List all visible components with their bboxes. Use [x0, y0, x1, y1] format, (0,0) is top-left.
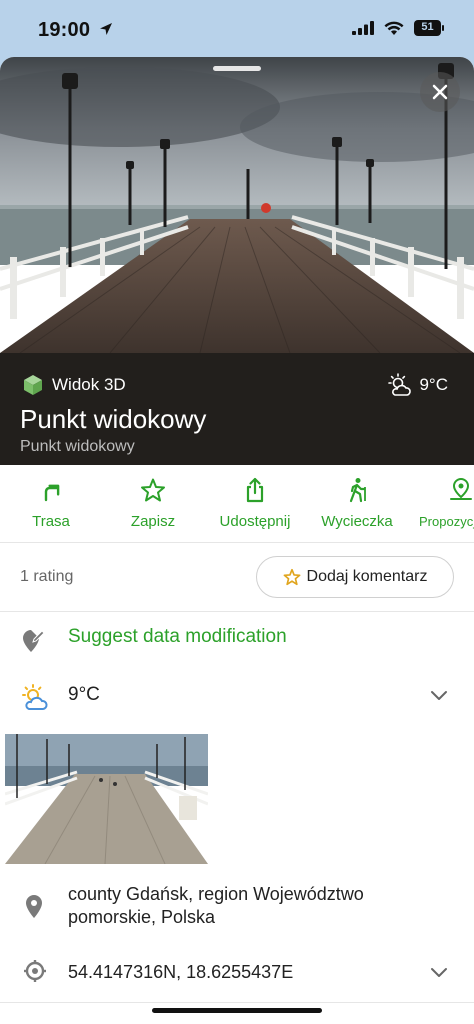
weather-row[interactable]: 9°C — [0, 674, 474, 724]
action-bar: Trasa Zapisz Udostępnij Wycieczka Propoz… — [0, 465, 474, 543]
partly-cloudy-icon — [388, 373, 412, 396]
suggestions-label: Propozycje — [419, 514, 474, 529]
home-indicator[interactable] — [152, 1008, 322, 1013]
battery-level: 51 — [421, 21, 434, 33]
weather-badge: 9°C — [387, 373, 448, 397]
rating-count: 1 rating — [20, 568, 74, 585]
coordinates-row[interactable]: 54.4147316N, 18.6255437E — [0, 953, 474, 993]
location-pin-icon — [26, 895, 42, 918]
weather-row-temp: 9°C — [68, 684, 100, 705]
weather-sun-cloud-icon — [22, 684, 48, 710]
hero-photo[interactable] — [0, 57, 474, 353]
photo-thumbnail[interactable] — [5, 734, 208, 864]
rating-row: 1 rating Dodaj komentarz — [0, 544, 474, 612]
weather-temp: 9°C — [419, 375, 448, 394]
pin-icon — [450, 477, 472, 500]
hiker-icon — [349, 478, 366, 503]
view-3d-label: Widok 3D — [52, 375, 126, 394]
signal-icon — [352, 21, 374, 35]
status-time: 19:00 — [38, 19, 114, 42]
trip-label: Wycieczka — [321, 513, 393, 530]
edit-pin-icon — [23, 630, 45, 652]
sheet-grabber[interactable] — [213, 66, 261, 71]
status-bar: 19:00 51 — [0, 0, 474, 60]
share-button[interactable]: Udostępnij — [205, 477, 305, 530]
suggest-modification-label: Suggest data modification — [68, 626, 287, 647]
status-icons: 51 — [352, 20, 444, 36]
title-panel: Widok 3D 9°C Punkt widokowy Punkt widoko… — [0, 353, 474, 465]
place-sheet: Widok 3D 9°C Punkt widokowy Punkt widoko… — [0, 57, 474, 1024]
close-icon — [432, 84, 448, 100]
view-3d-badge[interactable]: Widok 3D — [22, 374, 126, 396]
chevron-down-icon — [431, 968, 447, 977]
save-button[interactable]: Zapisz — [103, 477, 203, 530]
divider — [0, 1002, 474, 1003]
chevron-down-icon — [431, 691, 447, 700]
wifi-icon — [384, 21, 404, 35]
close-button[interactable] — [420, 72, 460, 112]
route-button[interactable]: Trasa — [1, 477, 101, 530]
coordinates-text: 54.4147316N, 18.6255437E — [68, 962, 294, 982]
suggest-modification-row[interactable]: Suggest data modification — [0, 613, 474, 669]
route-icon — [44, 484, 60, 502]
place-category: Punkt widokowy — [20, 438, 135, 455]
trip-button[interactable]: Wycieczka — [307, 477, 407, 530]
address-text: county Gdańsk, region Województwo pomors… — [68, 884, 364, 927]
place-title: Punkt widokowy — [20, 404, 207, 434]
route-label: Trasa — [32, 513, 70, 530]
star-outline-icon — [283, 568, 300, 586]
star-icon — [141, 478, 165, 502]
add-comment-button[interactable]: Dodaj komentarz — [256, 556, 454, 598]
share-label: Udostępnij — [219, 513, 291, 530]
crosshair-icon — [24, 960, 46, 982]
suggestions-button[interactable]: Propozycje — [409, 477, 474, 530]
add-comment-label: Dodaj komentarz — [306, 568, 428, 585]
battery-icon: 51 — [414, 20, 444, 36]
cube-icon — [24, 375, 42, 395]
save-label: Zapisz — [130, 513, 176, 530]
share-icon — [246, 477, 264, 503]
location-arrow-icon — [99, 23, 112, 35]
